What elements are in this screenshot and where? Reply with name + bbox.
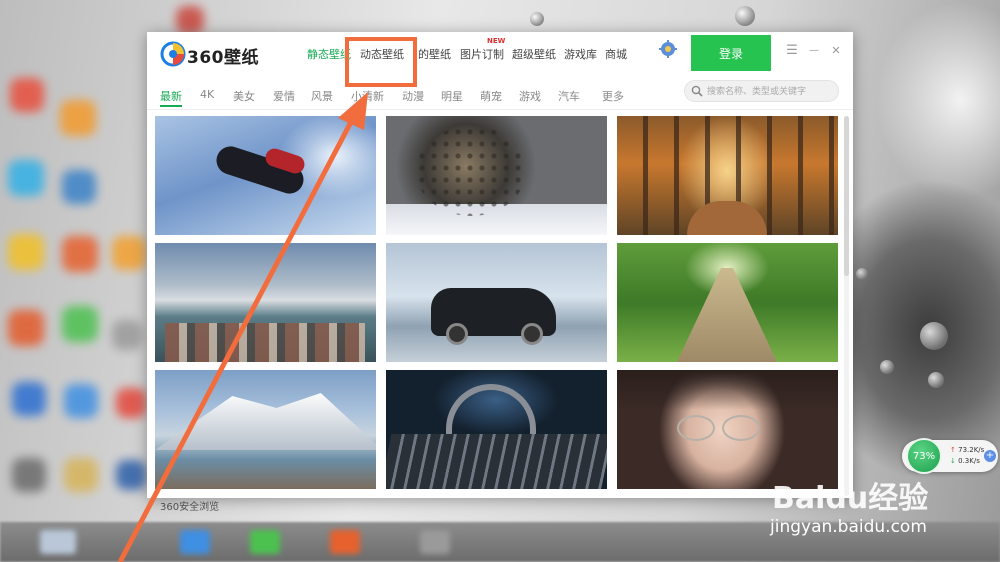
desktop-app-icon xyxy=(12,458,46,492)
tab-beauty[interactable]: 美女 xyxy=(233,88,255,104)
wallpaper-thumbnail[interactable] xyxy=(617,116,838,235)
nav-my-wallpaper[interactable]: 的壁纸 xyxy=(418,46,451,62)
portrait-glasses xyxy=(722,415,760,441)
tab-anime[interactable]: 动漫 xyxy=(402,88,424,104)
desktop-app-icon xyxy=(62,170,96,204)
nav-store[interactable]: 商城 xyxy=(605,46,627,62)
desktop-app-icon xyxy=(8,310,44,346)
baidu-watermark-logo: Baidu经验 xyxy=(772,481,929,516)
taskbar-button[interactable] xyxy=(40,530,76,554)
search-input[interactable] xyxy=(707,84,835,100)
upload-speed: ↑ 73.2K/s xyxy=(950,446,984,454)
water-drop-decoration xyxy=(735,6,755,26)
network-speed-widget[interactable]: 73% ↑ 73.2K/s ↓ 0.3K/s + xyxy=(902,438,998,474)
add-icon[interactable]: + xyxy=(984,450,996,462)
desktop-app-icon xyxy=(112,236,146,270)
desktop-app-icon xyxy=(60,100,96,136)
new-badge: NEW xyxy=(487,37,506,45)
wallpaper-grid xyxy=(155,116,838,490)
wallpaper-thumbnail[interactable] xyxy=(617,243,838,362)
water-drop-decoration xyxy=(856,268,868,280)
upload-arrow-icon: ↑ xyxy=(950,446,956,454)
water-drop-decoration xyxy=(530,12,544,26)
title-bar: 360壁纸 静态壁纸 动态壁纸 的壁纸 图片订制 NEW 超级壁纸 游戏库 商城… xyxy=(147,32,853,76)
town-buildings xyxy=(165,323,365,362)
portrait-glasses xyxy=(677,415,715,441)
desktop-app-icon xyxy=(62,306,98,342)
headphones-shape xyxy=(446,384,536,434)
desktop-app-icon xyxy=(8,160,44,196)
desktop-app-icon xyxy=(116,388,146,418)
app-brand: 360壁纸 xyxy=(187,48,259,68)
tab-latest[interactable]: 最新 xyxy=(160,88,182,104)
wallpaper-app-window: 360壁纸 静态壁纸 动态壁纸 的壁纸 图片订制 NEW 超级壁纸 游戏库 商城… xyxy=(147,32,853,498)
rally-car-wheel xyxy=(446,323,468,345)
tab-love[interactable]: 爱情 xyxy=(273,88,295,104)
desktop-app-icon xyxy=(64,458,98,492)
tab-fresh[interactable]: 小清新 xyxy=(351,88,384,104)
leopard-spots xyxy=(416,126,526,216)
water-drop-decoration xyxy=(920,322,948,350)
minimize-icon[interactable]: — xyxy=(807,44,821,58)
desktop-app-icon xyxy=(112,320,142,350)
tab-celebrity[interactable]: 明星 xyxy=(441,88,463,104)
search-box[interactable] xyxy=(684,80,839,102)
wallpaper-thumbnail[interactable] xyxy=(155,243,376,362)
tab-pets[interactable]: 萌宠 xyxy=(480,88,502,104)
wallpaper-thumbnail[interactable] xyxy=(617,370,838,489)
rally-car-wheel xyxy=(521,323,543,345)
desktop-app-icon xyxy=(62,236,98,272)
nav-super-wallpaper[interactable]: 超级壁纸 xyxy=(512,46,556,62)
wallpaper-thumbnail[interactable] xyxy=(155,370,376,489)
mixer-board xyxy=(386,434,607,489)
tab-scenery[interactable]: 风景 xyxy=(311,88,333,104)
desktop-app-icon xyxy=(176,6,204,34)
download-speed: ↓ 0.3K/s xyxy=(950,457,980,465)
wooden-walkway xyxy=(677,268,777,362)
memory-usage-ball[interactable]: 73% xyxy=(906,438,942,474)
nav-game-library[interactable]: 游戏库 xyxy=(564,46,597,62)
download-arrow-icon: ↓ xyxy=(950,457,956,465)
app-logo-icon xyxy=(160,41,186,67)
taskbar-button[interactable] xyxy=(250,530,280,554)
download-speed-value: 0.3K/s xyxy=(958,457,980,465)
scrollbar-thumb[interactable] xyxy=(844,116,849,276)
snow-mountain xyxy=(155,393,376,450)
wallpaper-thumbnail[interactable] xyxy=(386,370,607,489)
taskbar-app-label: 360安全浏览 xyxy=(160,502,220,513)
active-tab-indicator xyxy=(160,105,182,107)
taskbar-button[interactable] xyxy=(330,530,360,554)
taskbar-button[interactable] xyxy=(180,530,210,554)
scrollbar[interactable] xyxy=(844,116,849,496)
wallpaper-thumbnail[interactable] xyxy=(155,116,376,235)
nav-dynamic-wallpaper[interactable]: 动态壁纸 xyxy=(360,46,404,62)
login-button[interactable]: 登录 xyxy=(691,35,771,71)
desktop-app-icon xyxy=(64,384,98,418)
wallpaper-thumbnail[interactable] xyxy=(386,116,607,235)
wallpaper-thumbnail[interactable] xyxy=(386,243,607,362)
desktop-app-icon xyxy=(8,234,44,270)
search-icon[interactable] xyxy=(691,85,703,97)
desktop-app-icon xyxy=(116,460,146,490)
tab-cars[interactable]: 汽车 xyxy=(558,88,580,104)
tab-more[interactable]: 更多 xyxy=(602,88,624,104)
menu-icon[interactable]: ☰ xyxy=(785,44,799,58)
portrait-hair xyxy=(617,370,838,410)
desktop-app-icon xyxy=(10,78,44,112)
upload-speed-value: 73.2K/s xyxy=(958,446,985,454)
nav-custom-images[interactable]: 图片订制 xyxy=(460,46,504,62)
water-drop-decoration xyxy=(880,360,894,374)
baidu-watermark-url: jingyan.baidu.com xyxy=(770,517,927,537)
close-icon[interactable]: ✕ xyxy=(829,44,843,58)
nav-static-wallpaper[interactable]: 静态壁纸 xyxy=(307,46,351,62)
water-drop-decoration xyxy=(928,372,944,388)
taskbar-button[interactable] xyxy=(420,530,450,554)
desktop-app-icon xyxy=(12,382,46,416)
skin-settings-icon[interactable] xyxy=(659,40,677,58)
tab-4k[interactable]: 4K xyxy=(200,88,214,101)
tab-games[interactable]: 游戏 xyxy=(519,88,541,104)
